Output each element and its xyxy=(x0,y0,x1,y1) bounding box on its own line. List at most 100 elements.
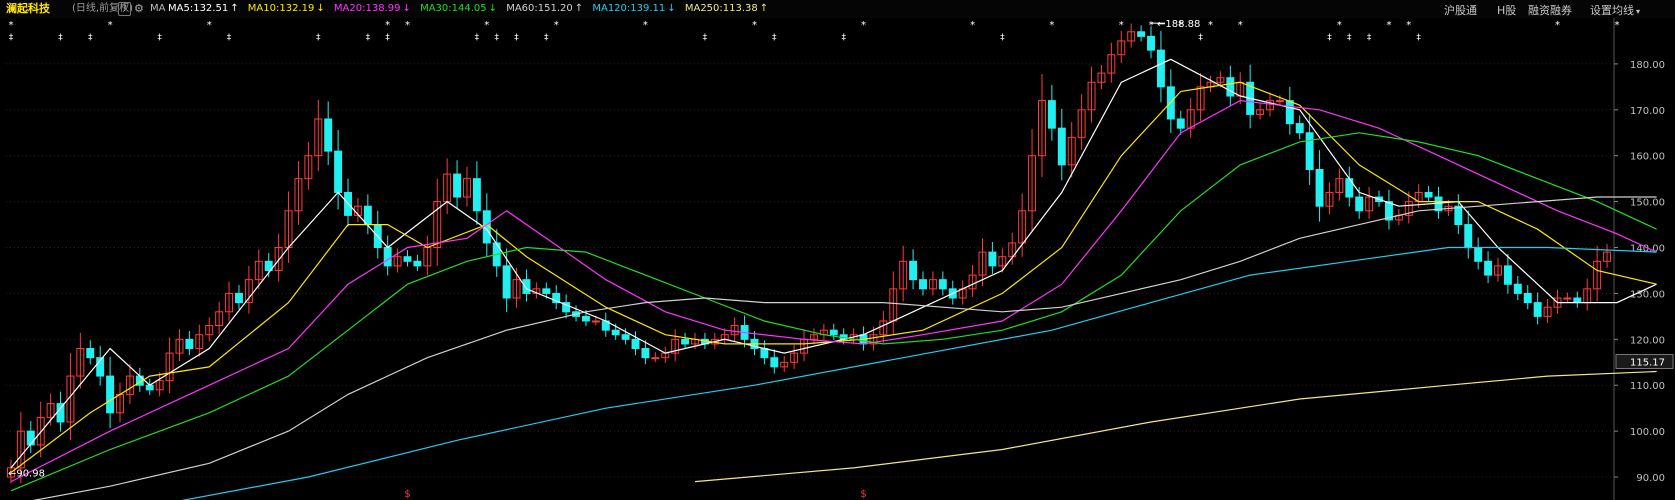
star-marker: * xyxy=(1337,20,1342,31)
candle-body-down xyxy=(145,384,154,391)
star-marker: * xyxy=(484,20,489,31)
candle-body-down xyxy=(1573,297,1582,304)
star-marker: * xyxy=(643,20,648,31)
candle-body-down xyxy=(185,338,194,350)
star-marker: * xyxy=(1386,20,1391,31)
candle-body-down xyxy=(1355,196,1364,212)
star-marker: * xyxy=(1149,20,1154,31)
candle-body-down xyxy=(542,288,551,294)
ma-line-ma5 xyxy=(10,58,1657,469)
candle-body-down xyxy=(988,251,997,267)
candle-body-down xyxy=(1047,100,1056,129)
candle-body-down xyxy=(1424,191,1433,198)
star-marker: * xyxy=(1614,20,1619,31)
star-marker: * xyxy=(752,20,757,31)
current-price-label: 115.17 xyxy=(1630,358,1665,369)
dagger-marker: ‡ xyxy=(494,33,499,43)
candle-body-down xyxy=(1305,132,1314,170)
ma-line-ma20 xyxy=(10,99,1657,483)
dagger-marker: ‡ xyxy=(772,33,777,43)
candle-body-down xyxy=(919,279,927,290)
candle-body-down xyxy=(1057,127,1066,166)
star-marker: * xyxy=(1555,20,1560,31)
candle-body-down xyxy=(581,315,590,322)
dagger-marker: ‡ xyxy=(1367,33,1372,43)
candle-body-down xyxy=(621,334,630,340)
star-marker: * xyxy=(385,20,390,31)
candle-body-down xyxy=(56,403,65,423)
star-marker: * xyxy=(1406,20,1411,31)
y-tick-label: 90.00 xyxy=(1636,473,1665,484)
candle-body-down xyxy=(1147,35,1155,51)
candle-body-down xyxy=(86,348,95,359)
candle-body-down xyxy=(26,430,35,446)
dagger-marker: ‡ xyxy=(227,33,232,43)
candle-body-up xyxy=(1275,100,1284,103)
candle-body-down xyxy=(472,178,481,212)
candle-body-down xyxy=(413,260,422,267)
candle-body-down xyxy=(1484,260,1493,276)
dagger-marker: ‡ xyxy=(1000,33,1005,43)
candle-body-down xyxy=(1513,283,1522,294)
dollar-marker: $ xyxy=(860,489,866,500)
candle-body-down xyxy=(363,205,372,226)
y-tick-label: 180.00 xyxy=(1630,60,1665,71)
candle-body-down xyxy=(829,329,838,336)
candle-body-down xyxy=(938,279,947,290)
candle-body-down xyxy=(770,357,779,368)
low-annotation-label: ←90.98 xyxy=(8,469,45,480)
dagger-marker: ‡ xyxy=(514,33,519,43)
candle-body-down xyxy=(522,279,531,294)
dagger-marker: ‡ xyxy=(88,33,93,43)
candle-body-down xyxy=(1523,292,1532,304)
dollar-marker: $ xyxy=(404,489,410,500)
star-marker: * xyxy=(207,20,212,31)
candle-body-down xyxy=(681,338,690,345)
y-tick-label: 100.00 xyxy=(1630,427,1665,438)
candle-body-up xyxy=(1563,297,1572,300)
candle-body-down xyxy=(234,292,243,304)
y-tick-label: 170.00 xyxy=(1630,106,1665,117)
star-marker: * xyxy=(861,20,866,31)
dagger-marker: ‡ xyxy=(316,33,321,43)
y-tick-label: 130.00 xyxy=(1630,289,1665,300)
dagger-marker: ‡ xyxy=(9,33,14,43)
candle-body-down xyxy=(1295,123,1304,134)
star-marker: * xyxy=(1178,20,1183,31)
candle-body-down xyxy=(1464,224,1473,249)
star-marker: * xyxy=(1049,20,1054,31)
y-tick-label: 110.00 xyxy=(1630,381,1665,392)
candle-body-up xyxy=(591,320,600,323)
star-marker: * xyxy=(8,20,13,31)
candle-body-down xyxy=(106,375,115,414)
ma-line-ma120 xyxy=(181,246,1657,500)
candle-body-down xyxy=(611,329,620,336)
ma-line-ma250 xyxy=(694,370,1657,483)
dagger-marker: ‡ xyxy=(475,33,480,43)
candle-body-down xyxy=(760,348,769,359)
star-marker: * xyxy=(970,20,975,31)
candle-body-down xyxy=(1285,100,1294,125)
candle-body-down xyxy=(1156,49,1165,88)
y-tick-label: 150.00 xyxy=(1630,198,1665,209)
candle-body-down xyxy=(1137,31,1146,37)
dagger-marker: ‡ xyxy=(157,33,162,43)
star-marker: * xyxy=(1208,20,1213,31)
dagger-marker: ‡ xyxy=(703,33,708,43)
star-marker: * xyxy=(405,20,410,31)
candle-body-down xyxy=(1176,118,1185,129)
star-marker: * xyxy=(554,20,559,31)
candle-body-down xyxy=(383,247,392,267)
star-marker: * xyxy=(1119,20,1124,31)
candle-body-down xyxy=(403,256,412,262)
candle-body-down xyxy=(502,265,511,299)
ma-line-ma30 xyxy=(10,132,1657,492)
candle-body-down xyxy=(641,348,650,359)
candlestick-chart[interactable]: 90.00 100.00 110.00 120.00 130.00 140.00 150.0… xyxy=(0,0,1675,500)
dagger-marker: ‡ xyxy=(1416,33,1421,43)
dagger-marker: ‡ xyxy=(366,33,371,43)
candle-body-down xyxy=(453,173,462,198)
star-marker: * xyxy=(1238,20,1243,31)
y-tick-label: 160.00 xyxy=(1630,152,1665,163)
candle-body-down xyxy=(1454,205,1463,226)
